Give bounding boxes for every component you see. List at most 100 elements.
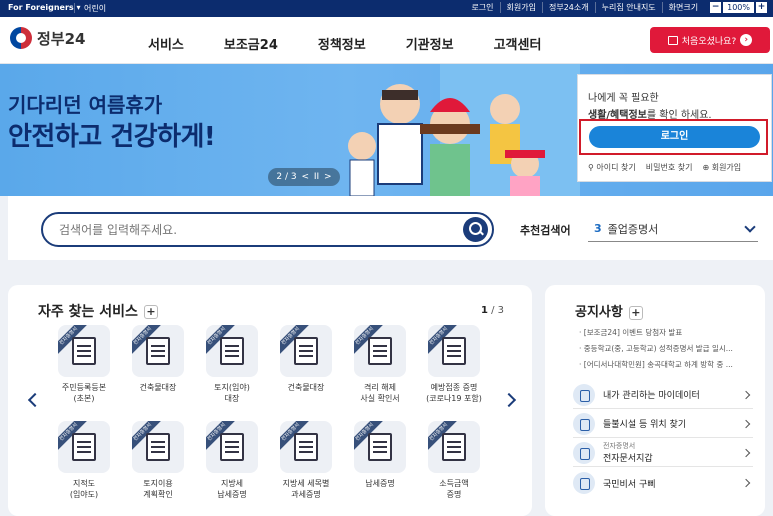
logo-text: 정부24 <box>37 29 86 48</box>
recommend-dropdown[interactable]: 3 졸업증명서 <box>588 216 758 242</box>
service-label: 납세증명 <box>365 479 395 488</box>
service-label: 지방세 납세증명 <box>217 479 247 499</box>
login-button[interactable]: 로그인 <box>589 126 760 148</box>
screen-size-label: 화면크기 <box>661 2 704 13</box>
quick-mydata[interactable]: 내가 관리하는 마이데이터 <box>573 381 753 409</box>
nav-subsidy[interactable]: 보조금24 <box>224 34 278 53</box>
top-links: 로그인 회원가입 정부24소개 누리집 안내지도 화면크기 − 100% + <box>465 2 767 13</box>
service-label: 건축물대장 <box>139 383 177 392</box>
recommend-term: 졸업증명서 <box>607 222 659 236</box>
quick-label: 국민비서 구삐 <box>603 479 656 490</box>
nav-customer[interactable]: 고객센터 <box>494 34 542 53</box>
service-label: 주민등록등본 (초본) <box>61 383 107 403</box>
zoom-control: − 100% + <box>710 2 767 13</box>
services-more-button[interactable]: + <box>143 305 158 319</box>
nav-agency[interactable]: 기관정보 <box>406 34 454 53</box>
notice-title: 공지사항 + <box>575 301 643 320</box>
chevron-right-icon <box>741 478 751 488</box>
service-local-tax-itemized[interactable]: 전자증명서 지방세 세목별 과세증명 <box>278 421 334 500</box>
nav-services[interactable]: 서비스 <box>148 34 184 53</box>
map-search-icon: 전자증명서 <box>58 421 110 473</box>
service-vaccination-cert[interactable]: 전자증명서 예방접종 증명 (코로나19 포함) <box>426 325 482 404</box>
about-link[interactable]: 정부24소개 <box>541 2 595 13</box>
notice-item[interactable]: 중등학교(중, 고등학교) 성적증명서 발급 일시... <box>579 341 759 357</box>
zoom-in-button[interactable]: + <box>756 2 767 13</box>
frequent-services-panel: 자주 찾는 서비스 + 1 / 3 전자증명서 주민등록등본 (초본) 전자증명서 건… <box>8 285 532 516</box>
services-prev-arrow-icon[interactable] <box>27 392 43 408</box>
notice-more-button[interactable]: + <box>628 305 643 320</box>
find-password-link[interactable]: 비밀번호 찾기 <box>646 162 693 173</box>
signup-link[interactable]: ⊕ 회원가입 <box>702 162 741 173</box>
arrow-right-icon: › <box>740 34 753 46</box>
next-slide-button[interactable]: > <box>324 172 332 182</box>
service-land-register[interactable]: 전자증명서 토지(임야) 대장 <box>204 325 260 404</box>
services-page-total: / 3 <box>487 305 504 316</box>
services-next-arrow-icon[interactable] <box>501 392 517 408</box>
service-label: 지적도 (임야도) <box>69 479 99 499</box>
login-panel: 나에게 꼭 필요한 생활/혜택정보를 확인 하세요. 로그인 ⚲ 아이디 찾기 … <box>577 74 772 182</box>
quick-sublabel: 전자증명서 <box>603 442 636 450</box>
service-tax-payment[interactable]: 전자증명서납세증명 <box>352 421 408 489</box>
gift-icon <box>667 35 678 45</box>
quick-facility-location[interactable]: 들불시설 등 위치 찾기 <box>573 410 753 438</box>
signup-label: 회원가입 <box>711 163 742 172</box>
notice-panel: 공지사항 + [보조금24] 이벤트 당첨자 발표 중등학교(중, 고등학교) 성… <box>545 285 765 516</box>
wallet-icon <box>573 441 595 464</box>
coin-document-icon: 전자증명서 <box>354 421 406 473</box>
service-income-cert[interactable]: 전자증명서 소득금액 증명 <box>426 421 482 500</box>
government-emblem-icon <box>10 27 32 49</box>
zoom-out-button[interactable]: − <box>710 2 722 13</box>
service-label: 소득금액 증명 <box>439 479 469 499</box>
recommend-label: 추천검색어 <box>520 224 571 237</box>
service-resident-registration[interactable]: 전자증명서주민등록등본 (초본) <box>56 325 112 404</box>
quick-label: 전자문서지갑 <box>603 454 653 464</box>
document-icon: 전자증명서 <box>206 421 258 473</box>
notice-item[interactable]: [어디서나대학민원] 송곡대학교 하계 방학 중 ... <box>579 357 759 373</box>
service-land-use-plan[interactable]: 전자증명서 토지이용 계획확인 <box>130 421 186 500</box>
site-logo[interactable]: 정부24 <box>10 27 85 49</box>
certificate-icon: 전자증명서 <box>354 325 406 377</box>
services-page-indicator: 1 / 3 <box>481 305 504 316</box>
pause-slide-button[interactable]: II <box>314 172 319 182</box>
first-visit-button[interactable]: 처음오셨나요? › <box>650 27 770 53</box>
service-label: 지방세 세목별 과세증명 <box>282 479 330 499</box>
find-id-link[interactable]: ⚲ 아이디 찾기 <box>588 162 636 173</box>
search-section: 추천검색어 3 졸업증명서 <box>8 196 773 260</box>
notice-item[interactable]: [보조금24] 이벤트 당첨자 발표 <box>579 325 759 341</box>
service-local-tax-payment[interactable]: 전자증명서지방세 납세증명 <box>204 421 260 500</box>
search-icon[interactable] <box>463 217 488 242</box>
prev-slide-button[interactable]: < <box>301 172 309 182</box>
search-input[interactable] <box>59 221 439 239</box>
id-card-icon: 전자증명서 <box>58 325 110 377</box>
location-pin-icon <box>573 412 595 435</box>
quick-label: 들불시설 등 위치 찾기 <box>603 420 687 430</box>
service-building-register-2[interactable]: 전자증명서 건축물대장 <box>278 325 334 393</box>
service-label: 토지이용 계획확인 <box>143 479 173 499</box>
top-login-link[interactable]: 로그인 <box>465 2 499 13</box>
chevron-right-icon <box>741 419 751 428</box>
notice-list: [보조금24] 이벤트 당첨자 발표 중등학교(중, 고등학교) 성적증명서 발… <box>579 325 759 373</box>
nav-policy[interactable]: 정책정보 <box>318 34 366 53</box>
find-id-label: 아이디 찾기 <box>596 163 636 172</box>
kids-link[interactable]: 어린이 <box>84 3 106 14</box>
document-search-icon: 전자증명서 <box>132 325 184 377</box>
service-quarantine-release[interactable]: 전자증명서격리 해제 사실 확인서 <box>352 325 408 404</box>
recommend-rank: 3 <box>594 222 602 235</box>
quick-gubbi[interactable]: 국민비서 구삐 <box>573 469 753 497</box>
quick-e-wallet[interactable]: 전자증명서전자문서지갑 <box>573 439 753 467</box>
top-utility-bar: For Foreigners ▾ 어린이 로그인 회원가입 정부24소개 누리집… <box>0 0 773 17</box>
chevron-down-icon <box>744 221 756 233</box>
main-header: 정부24 서비스 보조금24 정책정보 기관정보 고객센터 처음오셨나요? › <box>0 17 773 64</box>
service-building-register[interactable]: 전자증명서건축물대장 <box>130 325 186 393</box>
zoom-value: 100% <box>723 2 754 13</box>
slide-counter: 2 / 3 <box>276 172 297 182</box>
service-label: 격리 해제 사실 확인서 <box>360 383 400 403</box>
service-cadastral-map[interactable]: 전자증명서지적도 (임야도) <box>56 421 112 500</box>
service-label: 토지(임야) 대장 <box>214 383 250 403</box>
for-foreigners-link[interactable]: For Foreigners ▾ <box>8 3 80 12</box>
login-highlight-box: 로그인 <box>579 119 768 155</box>
service-label: 예방접종 증명 (코로나19 포함) <box>426 383 482 403</box>
slide-pager: 2 / 3 < II > <box>268 168 340 186</box>
top-signup-link[interactable]: 회원가입 <box>499 2 542 13</box>
sitemap-link[interactable]: 누리집 안내지도 <box>594 2 662 13</box>
